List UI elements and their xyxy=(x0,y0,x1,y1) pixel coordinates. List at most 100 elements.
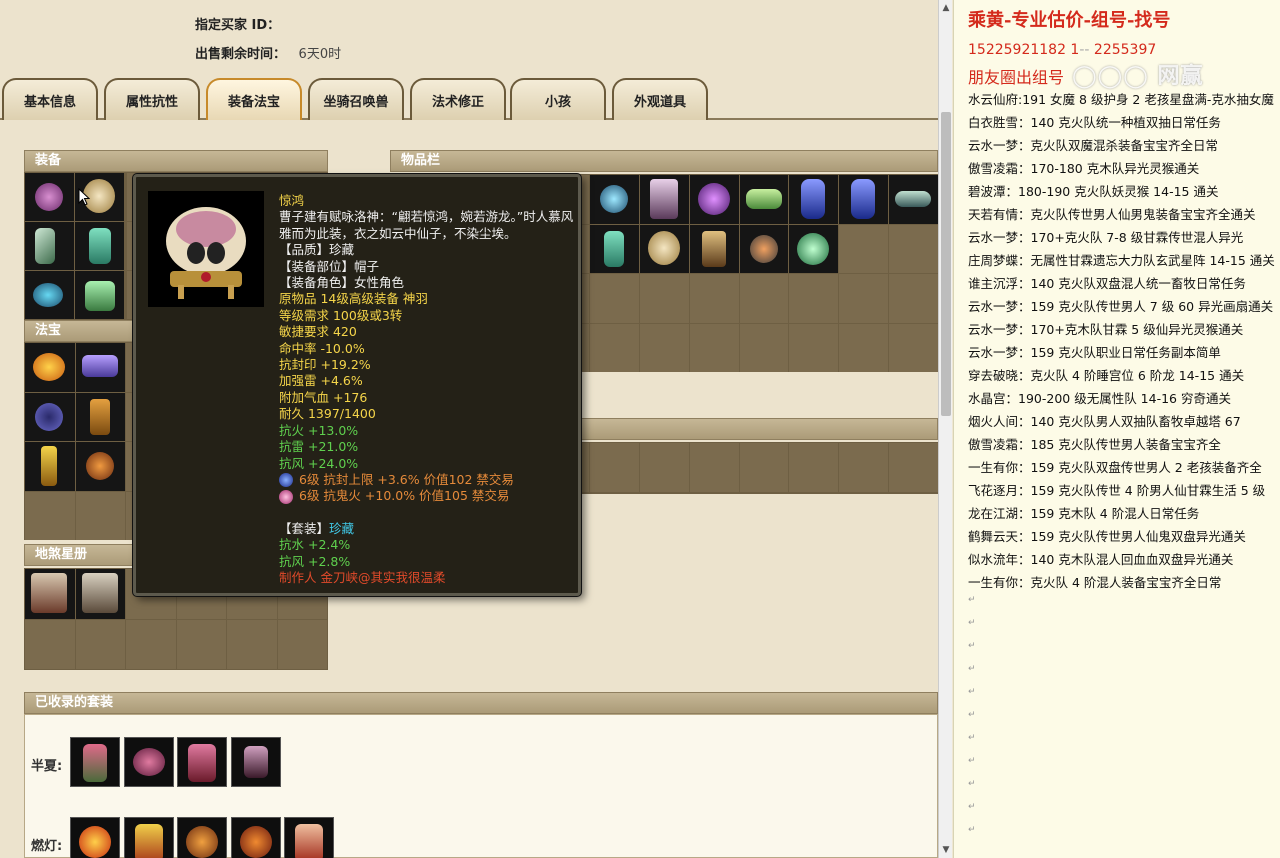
tooltip-role: 【装备角色】女性角色 xyxy=(279,275,405,291)
tooltip-suit-row: 【套装】珍藏 xyxy=(279,521,575,537)
suit-icon[interactable] xyxy=(124,737,174,787)
inventory-slot[interactable] xyxy=(739,175,789,224)
notes-line: 穿去破晓：克火队 4 阶睡宫位 6 阶龙 14-15 通关 xyxy=(968,368,1245,383)
equip-slot[interactable] xyxy=(75,271,124,319)
paragraph-mark: ↵ xyxy=(968,595,976,605)
fabao-slot[interactable] xyxy=(25,442,75,491)
inventory-slot[interactable] xyxy=(789,175,839,224)
suit-label-banxia: 半夏: xyxy=(31,759,63,774)
buyer-id-label: 指定买家 ID： xyxy=(195,18,281,33)
suit-icon[interactable] xyxy=(231,817,281,858)
buyer-id-row: 指定买家 ID： xyxy=(195,14,288,33)
suit-icon[interactable] xyxy=(70,737,120,787)
tooltip-suit-label: 【套装】 xyxy=(279,520,330,536)
equip-slot[interactable] xyxy=(75,222,124,270)
notes-line: 云水一梦：159 克火队传世男人 7 级 60 异光画扇通关 xyxy=(968,299,1274,314)
notes-line: 飞花逐月：159 克火队传世 4 阶男人仙甘霖生活 5 级 xyxy=(968,483,1266,498)
tab-child[interactable]: 小孩 xyxy=(510,78,606,120)
tab-equipment[interactable]: 装备法宝 xyxy=(206,78,302,120)
equip-slot[interactable] xyxy=(25,222,74,270)
equip-panel-title: 装备 xyxy=(24,150,328,172)
equip-grid xyxy=(24,172,126,320)
hat-icon xyxy=(166,207,246,299)
paragraph-mark: ↵ xyxy=(968,687,976,697)
xingce-slot[interactable] xyxy=(75,569,125,619)
tooltip-stat: 命中率 -10.0% xyxy=(279,340,365,356)
tab-appearance[interactable]: 外观道具 xyxy=(612,78,708,120)
suits-panel: 半夏: 燃灯: xyxy=(24,714,938,858)
tab-basic-info[interactable]: 基本信息 xyxy=(2,78,98,120)
notes-line: 云水一梦：克火队双魔混杀装备宝宝齐全日常 xyxy=(968,138,1219,153)
tooltip-resist: 抗风 +24.0% xyxy=(279,455,359,471)
fabao-slot[interactable] xyxy=(25,343,75,392)
inventory-slot[interactable] xyxy=(689,175,739,224)
cursor-icon xyxy=(78,188,90,206)
notes-line: 云水一梦：170+克木队甘霖 5 级仙异光灵猴通关 xyxy=(968,322,1244,337)
suit-icon[interactable] xyxy=(284,817,334,858)
vertical-scrollbar[interactable]: ▲ ▼ xyxy=(938,0,952,858)
paragraph-mark: ↵ xyxy=(968,710,976,720)
tooltip-agi-req: 敏捷要求 420 xyxy=(279,324,357,340)
inventory-slot[interactable] xyxy=(839,175,888,224)
notes-phone-2: 2255397 xyxy=(1093,42,1157,58)
time-left-value: 6天0时 xyxy=(298,47,342,62)
inventory-panel-title: 物品栏 xyxy=(390,150,938,172)
notes-phone: 15225921182 1-- 2255397 xyxy=(968,42,1157,58)
suit-icon[interactable] xyxy=(177,737,227,787)
suit-icon[interactable] xyxy=(231,737,281,787)
equip-slot[interactable] xyxy=(25,173,74,221)
inventory-slot[interactable] xyxy=(888,175,938,224)
paragraph-mark: ↵ xyxy=(968,664,976,674)
suit-icon[interactable] xyxy=(70,817,120,858)
tooltip-desc: 曹子建有赋咏洛神：“翩若惊鸿，婉若游龙。”时人慕风雅而为此装，衣之如云中仙子，不… xyxy=(279,209,574,241)
notes-line: 傲雪凌霜：170-180 克木队异光灵猴通关 xyxy=(968,161,1200,176)
tooltip-suit-name: 珍藏 xyxy=(329,520,355,536)
paragraph-mark: ↵ xyxy=(968,779,976,789)
inventory-slot[interactable] xyxy=(590,224,639,273)
notes-line: 云水一梦：170+克火队 7-8 级甘霖传世混人异光 xyxy=(968,230,1244,245)
inventory-slot[interactable] xyxy=(590,175,639,224)
inventory-slot[interactable] xyxy=(639,175,689,224)
notes-line: 白衣胜雪：140 克火队统一种植双抽日常任务 xyxy=(968,115,1221,130)
suit-label-randeng: 燃灯: xyxy=(31,839,63,854)
paragraph-mark: ↵ xyxy=(968,641,976,651)
notes-line: 傲雪凌霜：185 克火队传世男人装备宝宝齐全 xyxy=(968,437,1221,452)
gem-icon xyxy=(279,473,293,488)
notes-phone-1: 15225921182 1 xyxy=(968,42,1080,58)
notes-line: 水晶宫：190-200 级无属性队 14-16 穷奇通关 xyxy=(968,391,1231,406)
tab-attribute-resist[interactable]: 属性抗性 xyxy=(104,78,200,120)
tooltip-resist: 抗火 +13.0% xyxy=(279,422,359,438)
inventory-slot[interactable] xyxy=(689,224,739,273)
tooltip-quality: 【品质】珍藏 xyxy=(279,242,355,258)
notes-line: 谁主沉浮：140 克火队双盘混人统一畜牧日常任务 xyxy=(968,276,1246,291)
item-tooltip: 惊鸿 曹子建有赋咏洛神：“翩若惊鸿，婉若游龙。”时人慕风雅而为此装，衣之如云中仙… xyxy=(133,174,581,596)
inventory-slot[interactable] xyxy=(639,224,689,273)
scroll-up-icon[interactable]: ▲ xyxy=(939,0,953,16)
notes-line: 龙在江湖：159 克木队 4 阶混人日常任务 xyxy=(968,506,1200,521)
xingce-slot[interactable] xyxy=(25,569,75,619)
suit-icon[interactable] xyxy=(177,817,227,858)
notes-line: 一生有你：克火队 4 阶混人装备宝宝齐全日常 xyxy=(968,575,1222,590)
notes-title: 乘黄-专业估价-组号-找号 xyxy=(968,10,1171,31)
paragraph-mark: ↵ xyxy=(968,756,976,766)
inventory-slot[interactable] xyxy=(739,224,789,273)
tab-spell-correction[interactable]: 法术修正 xyxy=(410,78,506,120)
tooltip-stat: 耐久 1397/1400 xyxy=(279,406,376,422)
tab-mount-summon[interactable]: 坐骑召唤兽 xyxy=(308,78,404,120)
fabao-slot[interactable] xyxy=(75,343,125,392)
tooltip-level-req: 等级需求 100级或3转 xyxy=(279,307,403,323)
suit-icon[interactable] xyxy=(124,817,174,858)
equip-slot[interactable] xyxy=(25,271,74,319)
inventory-slot[interactable] xyxy=(789,224,839,273)
scroll-thumb[interactable] xyxy=(941,112,951,416)
fabao-slot[interactable] xyxy=(75,442,125,491)
tooltip-suit-stat: 抗风 +2.8% xyxy=(279,553,351,569)
fabao-slot[interactable] xyxy=(75,392,125,441)
fabao-slot[interactable] xyxy=(25,392,75,441)
scroll-down-icon[interactable]: ▼ xyxy=(939,842,953,858)
tooltip-gem: 6级 抗鬼火 +10.0% 价值105 禁交易 xyxy=(299,488,510,504)
tooltip-stat: 加强雷 +4.6% xyxy=(279,373,363,389)
notes-line: 天若有情：克火队传世男人仙男鬼装备宝宝齐全通关 xyxy=(968,207,1256,222)
notes-friend-line: 朋友圈出组号 xyxy=(968,68,1065,87)
tooltip-maker: 制作人 金刀峡@其实我很温柔 xyxy=(279,569,446,585)
